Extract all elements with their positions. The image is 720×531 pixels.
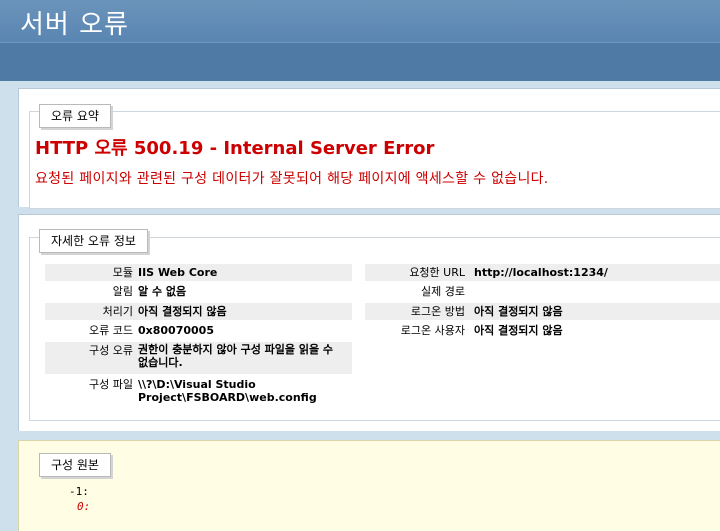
detail-value: 아직 결정되지 않음 <box>468 303 720 320</box>
detail-label: 모듈 <box>45 264 136 281</box>
detail-value: 아직 결정되지 않음 <box>136 303 352 320</box>
detail-label: 로그온 사용자 <box>400 324 465 337</box>
error-summary-box <box>29 111 720 209</box>
detail-value: 0x80070005 <box>138 324 214 337</box>
page-header: 서버 오류 <box>0 0 720 81</box>
detail-label: 오류 코드 <box>89 324 133 337</box>
detail-value: \\?\D:\Visual Studio Project\FSBOARD\web… <box>138 378 317 404</box>
header-band <box>0 42 720 81</box>
detail-label: 구성 오류 <box>45 342 136 374</box>
detail-label: 처리기 <box>45 303 136 320</box>
detail-value <box>468 283 720 300</box>
detailed-error-panel: 자세한 오류 정보 모듈 IIS Web Core 알림 알 수 없음 처리기 … <box>18 214 720 431</box>
detail-value: 권한이 충분하지 않아 구성 파일을 읽을 수 없습니다. <box>136 342 352 374</box>
error-summary-panel: 오류 요약 HTTP 오류 500.19 - Internal Server E… <box>18 88 720 209</box>
detail-value: IIS Web Core <box>136 264 352 281</box>
config-source-tab: 구성 원본 <box>39 453 111 477</box>
source-line-highlight: 0: <box>77 500 91 513</box>
detail-label: 알림 <box>112 285 133 298</box>
detailed-error-tab: 자세한 오류 정보 <box>39 229 148 253</box>
detail-label: 로그온 방법 <box>365 303 468 320</box>
error-title: HTTP 오류 500.19 - Internal Server Error <box>35 138 435 159</box>
detail-label: 구성 파일 <box>89 378 133 391</box>
source-line: -1: <box>69 485 89 498</box>
detail-label: 실제 경로 <box>421 285 465 298</box>
detail-value: http://localhost:1234/ <box>468 264 720 281</box>
error-summary-tab: 오류 요약 <box>39 104 111 128</box>
detail-value: 아직 결정되지 않음 <box>474 324 563 337</box>
page-title: 서버 오류 <box>20 10 129 40</box>
config-source-panel: 구성 원본 -1: 0: <box>18 440 720 531</box>
detail-value: 알 수 없음 <box>138 285 187 298</box>
error-description: 요청된 페이지와 관련된 구성 데이터가 잘못되어 해당 페이지에 액세스할 수… <box>35 171 549 187</box>
detail-label: 요청한 URL <box>365 264 468 281</box>
